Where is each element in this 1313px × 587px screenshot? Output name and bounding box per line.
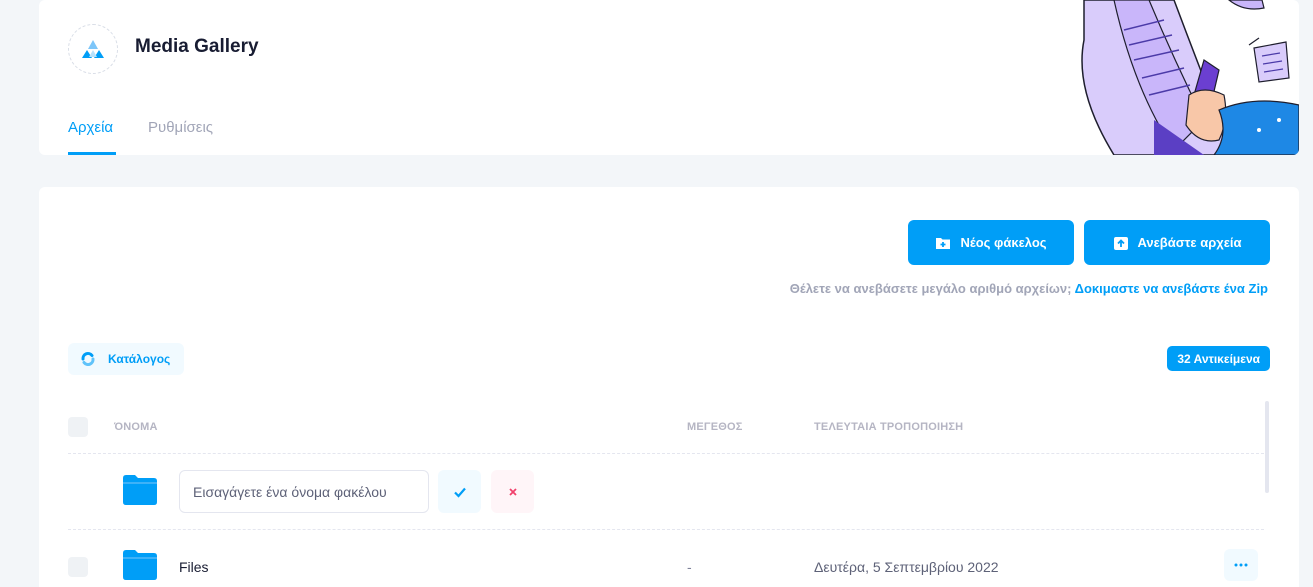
active-tab-indicator xyxy=(68,152,116,155)
more-dots-icon xyxy=(1234,563,1248,567)
item-count-badge: 32 Αντικείμενα xyxy=(1167,346,1270,371)
new-folder-button[interactable]: Νέος φάκελος xyxy=(908,220,1074,265)
column-header-size[interactable]: ΜΕΓΕΘΟΣ xyxy=(687,421,743,433)
select-all-checkbox[interactable] xyxy=(68,417,88,437)
app-logo xyxy=(68,24,118,74)
cancel-folder-button[interactable] xyxy=(491,470,534,513)
folder-icon[interactable] xyxy=(123,550,157,580)
triangle-logo-icon xyxy=(82,40,104,58)
upload-icon xyxy=(1113,236,1128,250)
breadcrumb-catalog[interactable]: Κατάλογος xyxy=(68,343,184,375)
file-manager-card: Νέος φάκελος Ανεβάστε αρχεία Θέλετε να α… xyxy=(39,187,1299,587)
table-scrollbar[interactable] xyxy=(1265,401,1269,493)
row-checkbox[interactable] xyxy=(68,557,88,577)
folder-icon xyxy=(123,475,157,505)
upload-hint-text: Θέλετε να ανεβάσετε μεγάλο αριθμό αρχείω… xyxy=(789,281,1072,296)
new-folder-label: Νέος φάκελος xyxy=(960,235,1047,250)
tab-files[interactable]: Αρχεία xyxy=(68,119,113,136)
file-size: - xyxy=(687,559,692,575)
folder-name-input[interactable] xyxy=(179,470,429,513)
tab-settings[interactable]: Ρυθμίσεις xyxy=(148,119,213,136)
confirm-folder-button[interactable] xyxy=(438,470,481,513)
file-name-link[interactable]: Files xyxy=(179,559,209,575)
upload-files-button[interactable]: Ανεβάστε αρχεία xyxy=(1084,220,1270,265)
close-icon xyxy=(508,487,517,496)
file-modified-date: Δευτέρα, 5 Σεπτεμβρίου 2022 xyxy=(814,559,999,575)
row-divider xyxy=(68,529,1264,530)
folder-plus-icon xyxy=(936,237,951,249)
row-actions-button[interactable] xyxy=(1224,549,1258,581)
upload-files-label: Ανεβάστε αρχεία xyxy=(1137,235,1242,250)
documents-illustration xyxy=(1081,0,1299,155)
header-card: Media Gallery Αρχεία Ρυθμίσεις xyxy=(39,0,1299,155)
check-icon xyxy=(453,487,466,498)
zip-upload-link[interactable]: Δοκιμαστε να ανεβάστε ένα Zip xyxy=(1075,281,1268,296)
app-title: Media Gallery xyxy=(135,36,259,57)
breadcrumb-label: Κατάλογος xyxy=(108,352,171,366)
column-header-name[interactable]: ΌΝΟΜΑ xyxy=(114,421,158,433)
sync-icon xyxy=(81,351,95,367)
upload-hint: Θέλετε να ανεβάσετε μεγάλο αριθμό αρχείω… xyxy=(790,281,1268,296)
row-divider xyxy=(68,453,1264,454)
column-header-modified[interactable]: ΤΕΛΕΥΤΑΙΑ ΤΡΟΠΟΠΟΙΗΣΗ xyxy=(814,421,963,433)
